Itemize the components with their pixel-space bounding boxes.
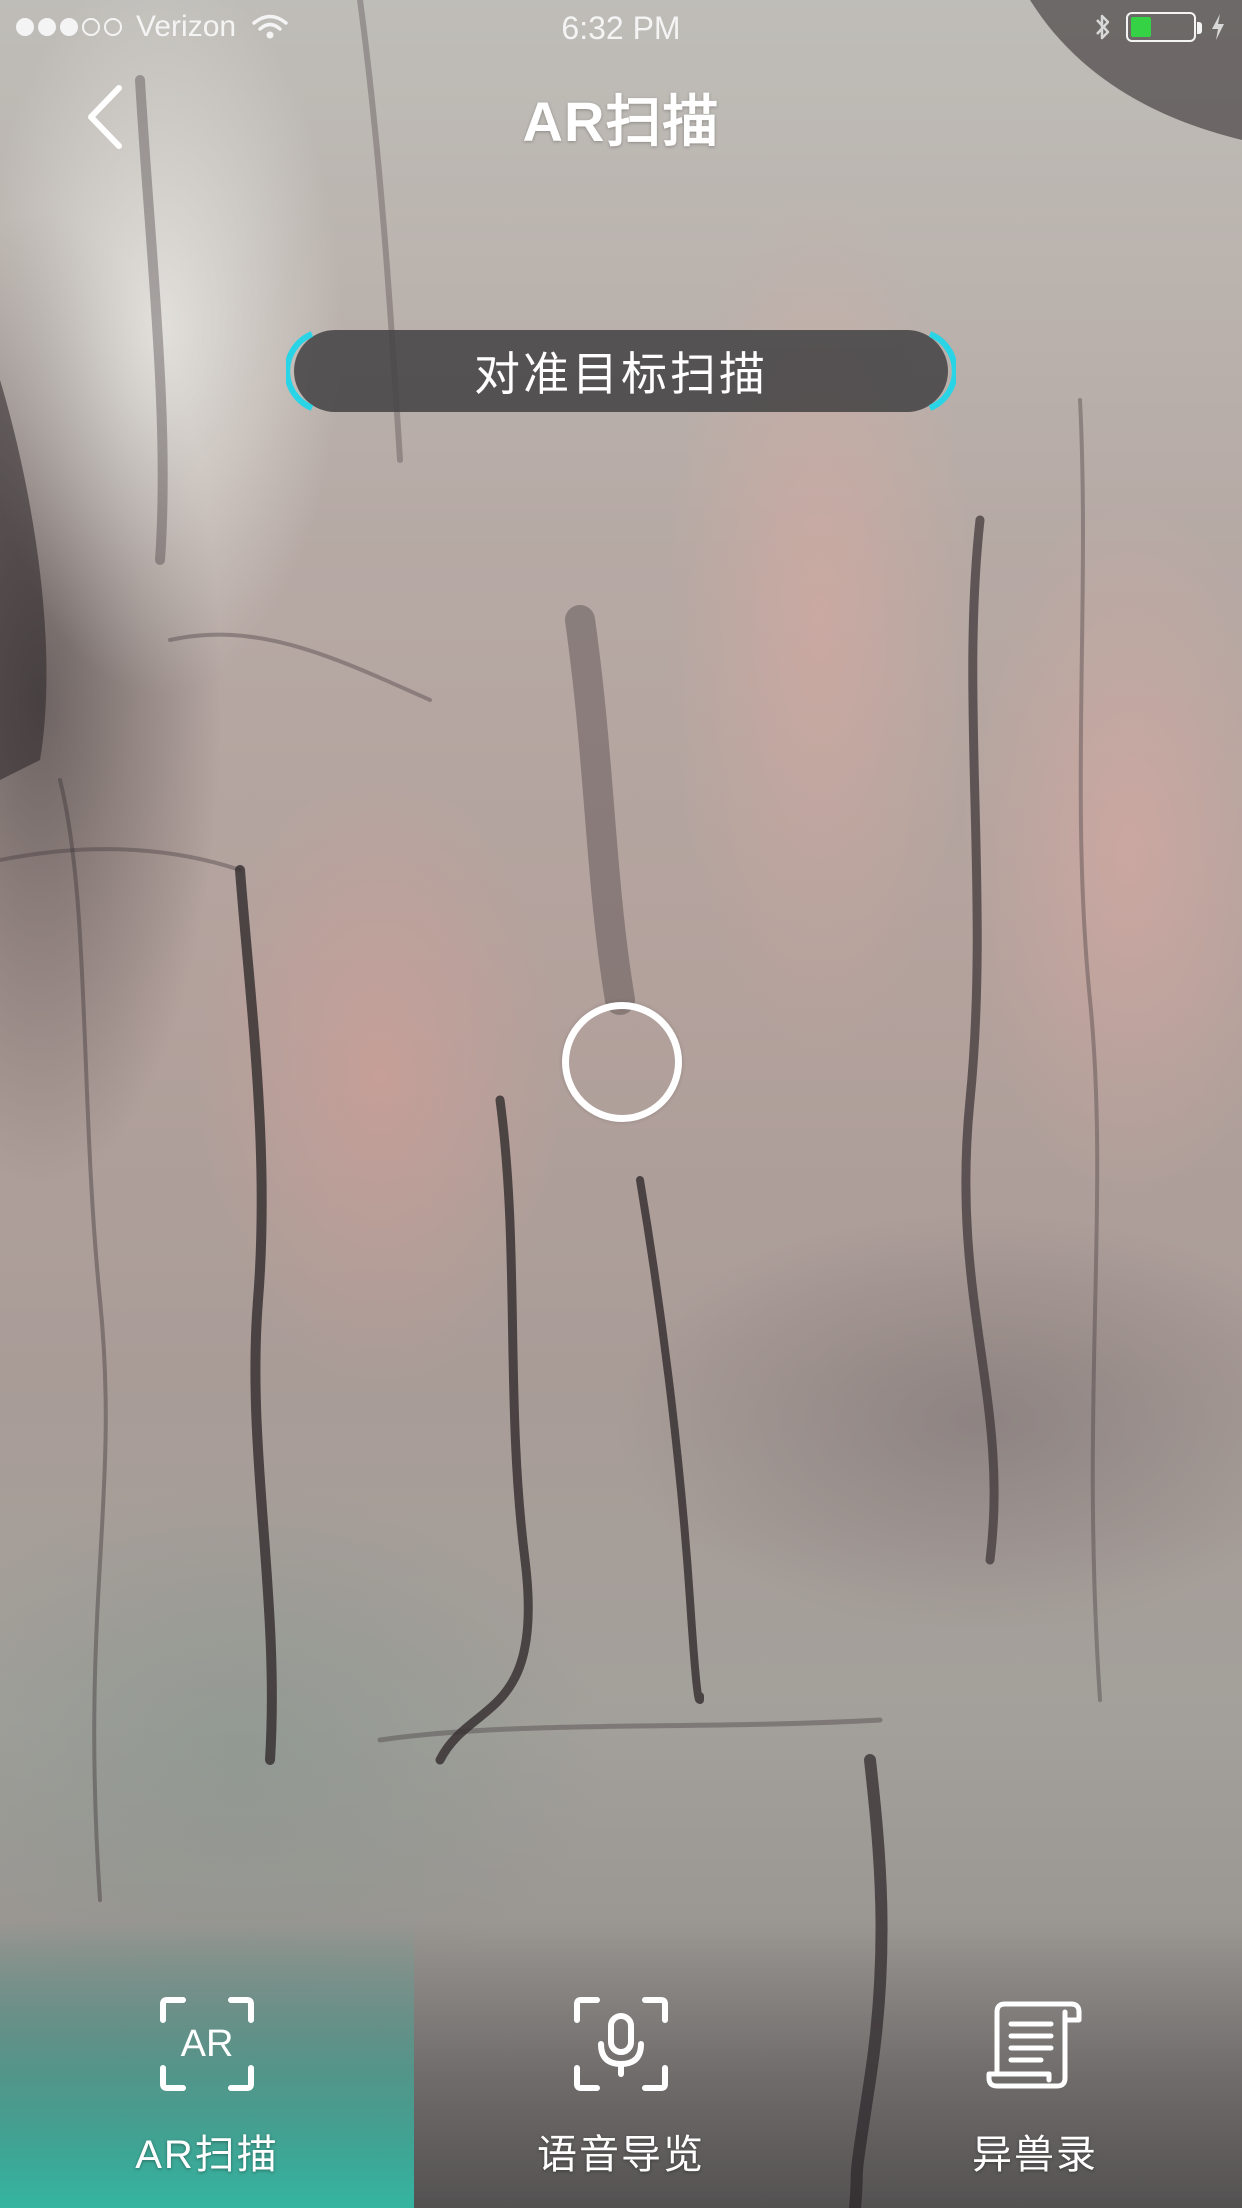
page-title: AR扫描 xyxy=(522,89,720,153)
tab-voice-guide[interactable]: 语音导览 xyxy=(414,1922,828,2208)
tab-ar-scan[interactable]: AR AR扫描 xyxy=(0,1922,414,2208)
voice-guide-icon xyxy=(574,1997,668,2091)
ar-scan-icon: AR xyxy=(160,1997,254,2091)
tab-bar: AR AR扫描 语音导览 异兽录 xyxy=(0,1922,1242,2208)
charging-bolt-icon xyxy=(1212,14,1224,40)
bluetooth-icon xyxy=(1096,14,1110,40)
back-button[interactable] xyxy=(60,72,150,162)
scroll-icon xyxy=(986,2001,1082,2089)
tab-label: AR扫描 xyxy=(135,2133,279,2177)
battery-icon xyxy=(1126,12,1202,42)
tab-label: 语音导览 xyxy=(537,2133,705,2177)
scan-hint-text: 对准目标扫描 xyxy=(474,348,768,400)
tab-label: 异兽录 xyxy=(972,2133,1098,2177)
status-bar: Verizon 6:32 PM xyxy=(0,0,1242,60)
bracket-right-icon xyxy=(928,331,956,411)
scan-hint: 对准目标扫描 xyxy=(286,330,956,412)
scan-reticle-icon xyxy=(562,1002,682,1122)
status-right xyxy=(1094,12,1226,42)
battery-level xyxy=(1131,17,1151,37)
bracket-left-icon xyxy=(286,331,314,411)
status-time: 6:32 PM xyxy=(561,10,681,46)
svg-text:AR: AR xyxy=(181,2023,234,2065)
chevron-left-icon xyxy=(88,85,122,149)
tab-creature-records[interactable]: 异兽录 xyxy=(828,1922,1242,2208)
